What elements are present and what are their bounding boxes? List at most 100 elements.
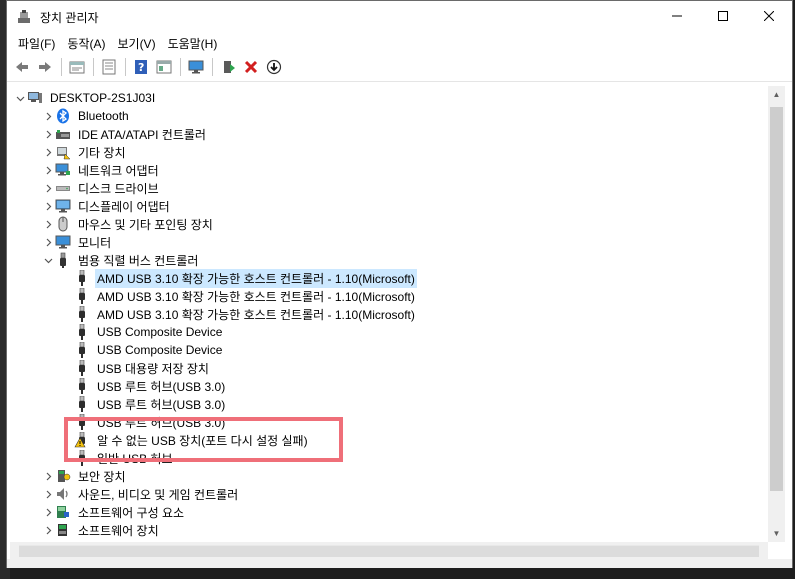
scroll-down-icon[interactable]: ▼ (768, 525, 785, 542)
tree-device-item[interactable]: USB Composite Device (60, 341, 224, 359)
usb-plug-icon (74, 342, 90, 358)
collapsed-chevron-icon[interactable] (41, 130, 55, 139)
tree-device-item[interactable]: USB Composite Device (60, 323, 224, 341)
expanded-chevron-icon[interactable] (41, 256, 55, 265)
tree-device-item[interactable]: USB 루트 허브(USB 3.0) (60, 377, 227, 395)
collapsed-chevron-icon[interactable] (41, 202, 55, 211)
highlight-annotation-box (64, 417, 343, 462)
tree-item-label: 소프트웨어 구성 요소 (78, 505, 185, 520)
display-adapter-icon (55, 198, 71, 214)
tree-device-item[interactable]: USB 대용량 저장 장치 (60, 359, 211, 377)
software-component-icon (55, 504, 71, 520)
status-bar (7, 559, 792, 568)
collapsed-chevron-icon[interactable] (41, 472, 55, 481)
tree-item-label: AMD USB 3.10 확장 가능한 호스트 컨트롤러 - 1.10(Micr… (97, 289, 415, 304)
collapsed-chevron-icon[interactable] (41, 238, 55, 247)
tree-category-item[interactable]: IDE ATA/ATAPI 컨트롤러 (41, 125, 208, 143)
collapsed-chevron-icon[interactable] (41, 220, 55, 229)
tree-category-item[interactable]: 마우스 및 기타 포인팅 장치 (41, 215, 215, 233)
properties-button[interactable] (66, 56, 88, 78)
usb-plug-icon (74, 360, 90, 376)
tree-category-item[interactable]: 디스크 드라이브 (41, 179, 161, 197)
menu-file[interactable]: 파일(F) (12, 35, 61, 52)
download-button[interactable] (263, 56, 285, 78)
tree-device-item[interactable]: AMD USB 3.10 확장 가능한 호스트 컨트롤러 - 1.10(Micr… (60, 268, 417, 288)
tree-item-label: 디스크 드라이브 (78, 181, 159, 196)
title-bar: 장치 관리자 (7, 1, 792, 33)
tree-category-item[interactable]: 디스플레이 어댑터 (41, 197, 172, 215)
tree-category-item[interactable]: 모니터 (41, 233, 113, 251)
usb-plug-icon (74, 288, 90, 304)
svg-text:?: ? (138, 61, 144, 74)
tree-item-label: Bluetooth (78, 109, 129, 123)
collapsed-chevron-icon[interactable] (41, 508, 55, 517)
view-icon (156, 60, 172, 74)
scan-hardware-button[interactable] (185, 56, 207, 78)
collapsed-chevron-icon[interactable] (41, 526, 55, 535)
tree-item-label: USB 대용량 저장 장치 (97, 361, 209, 376)
bluetooth-icon (55, 108, 71, 124)
toolbar-separator (180, 58, 181, 76)
usb-plug-icon (74, 396, 90, 412)
window-title: 장치 관리자 (40, 10, 99, 25)
download-icon (266, 59, 282, 75)
tree-item-label: USB Composite Device (97, 325, 223, 339)
uninstall-button[interactable] (240, 56, 262, 78)
menu-help[interactable]: 도움말(H) (162, 35, 224, 52)
device-manager-app-icon (16, 9, 32, 25)
tree-category-item[interactable]: 기타 장치 (41, 143, 128, 161)
menu-view[interactable]: 보기(V) (111, 35, 161, 52)
maximize-button[interactable] (700, 1, 746, 31)
tree-item-label: IDE ATA/ATAPI 컨트롤러 (78, 127, 206, 142)
tree-category-item[interactable]: 범용 직렬 버스 컨트롤러 (41, 251, 200, 269)
software-device-icon (55, 522, 71, 538)
tree-category-item[interactable]: 소프트웨어 장치 (41, 521, 161, 539)
tree-item-label: USB 루트 허브(USB 3.0) (97, 379, 226, 394)
close-button[interactable] (746, 1, 792, 31)
tree-category-item[interactable]: 소프트웨어 구성 요소 (41, 503, 186, 521)
security-device-icon (55, 468, 71, 484)
collapsed-chevron-icon[interactable] (41, 148, 55, 157)
horizontal-scrollbar-thumb[interactable] (19, 545, 759, 557)
help-button[interactable]: ? (130, 56, 152, 78)
minimize-button[interactable] (654, 1, 700, 31)
back-icon (16, 62, 28, 72)
tree-item-label: 범용 직렬 버스 컨트롤러 (78, 253, 199, 268)
collapsed-chevron-icon[interactable] (41, 184, 55, 193)
tree-device-item[interactable]: USB 루트 허브(USB 3.0) (60, 395, 227, 413)
menu-action[interactable]: 동작(A) (61, 35, 111, 52)
expanded-chevron-icon[interactable] (13, 94, 27, 103)
tree-category-item[interactable]: Bluetooth (41, 107, 131, 125)
collapsed-chevron-icon[interactable] (41, 490, 55, 499)
update-driver-button[interactable] (217, 56, 239, 78)
tree-category-item[interactable]: 사운드, 비디오 및 게임 컨트롤러 (41, 485, 240, 503)
forward-button[interactable] (34, 56, 56, 78)
vertical-scrollbar[interactable]: ▲ ▼ (768, 86, 785, 542)
forward-icon (39, 62, 51, 72)
toolbar-separator (93, 58, 94, 76)
scrollbar-thumb[interactable] (770, 107, 783, 491)
horizontal-scrollbar[interactable] (10, 542, 768, 559)
scroll-up-icon[interactable]: ▲ (768, 86, 785, 103)
collapsed-chevron-icon[interactable] (41, 112, 55, 121)
tree-device-item[interactable]: AMD USB 3.10 확장 가능한 호스트 컨트롤러 - 1.10(Micr… (60, 287, 417, 305)
view-button[interactable] (153, 56, 175, 78)
menu-bar: 파일(F) 동작(A) 보기(V) 도움말(H) (7, 33, 792, 53)
tree-root-computer[interactable]: DESKTOP-2S1J03I (13, 89, 157, 107)
tree-button[interactable] (98, 56, 120, 78)
tree-item-label: 네트워크 어댑터 (78, 163, 159, 178)
device-manager-window: 장치 관리자 파일(F) 동작(A) 보기(V) 도움말(H) ? DESKTO… (6, 0, 793, 568)
back-button[interactable] (11, 56, 33, 78)
tree-category-item[interactable]: 네트워크 어댑터 (41, 161, 161, 179)
tree-item-label: DESKTOP-2S1J03I (50, 91, 156, 105)
tree-item-label: AMD USB 3.10 확장 가능한 호스트 컨트롤러 - 1.10(Micr… (95, 268, 417, 288)
toolbar: ? (7, 53, 792, 82)
tree-category-item[interactable]: 보안 장치 (41, 467, 128, 485)
tree-device-item[interactable]: AMD USB 3.10 확장 가능한 호스트 컨트롤러 - 1.10(Micr… (60, 305, 417, 323)
tree-item-label: 사운드, 비디오 및 게임 컨트롤러 (78, 487, 239, 502)
network-adapter-icon (55, 162, 71, 178)
toolbar-separator (212, 58, 213, 76)
toolbar-separator (125, 58, 126, 76)
usb-plug-icon (74, 378, 90, 394)
collapsed-chevron-icon[interactable] (41, 166, 55, 175)
